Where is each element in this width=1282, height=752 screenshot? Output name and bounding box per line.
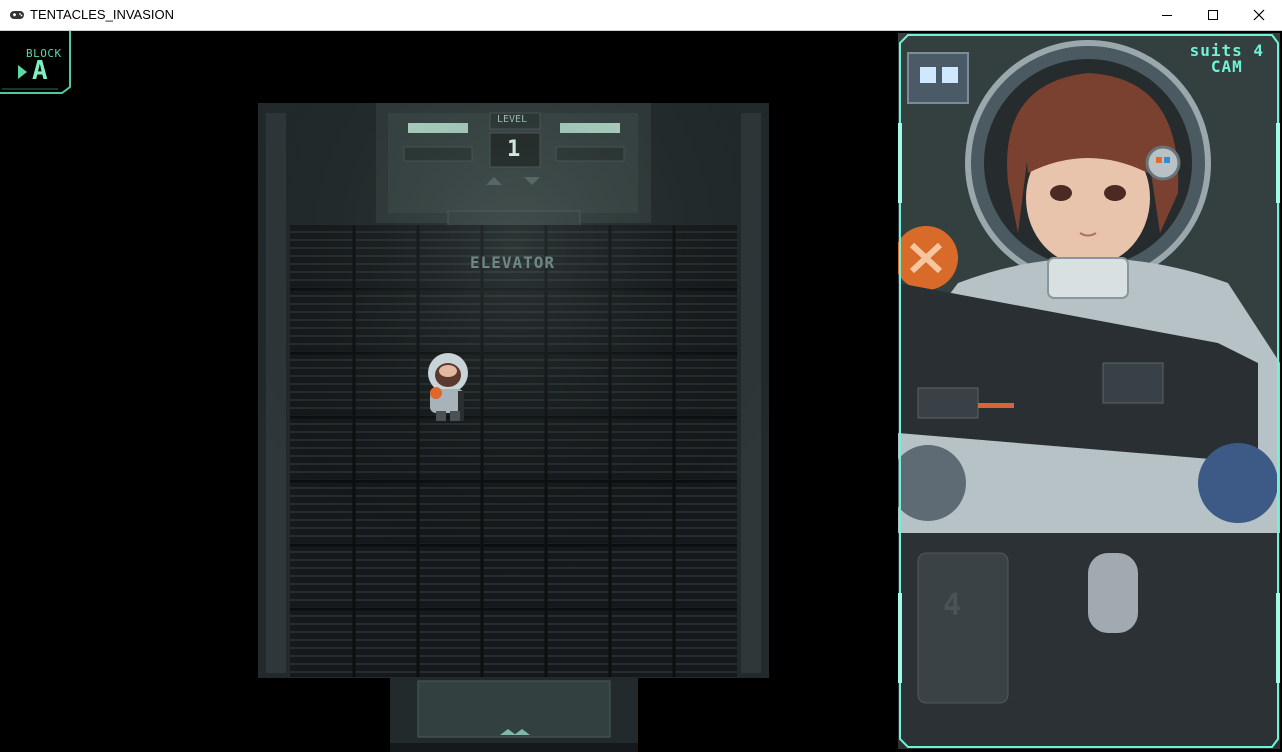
suit-number: 4 bbox=[943, 588, 962, 623]
elevator-map: LEVEL 1 ELEVATOR bbox=[258, 103, 769, 752]
cam-frame bbox=[898, 34, 1280, 748]
player-character bbox=[428, 353, 468, 421]
gamepad-icon bbox=[10, 11, 24, 19]
suit-camera-panel: suits 4 CAM 4 bbox=[890, 33, 1280, 749]
maximize-button[interactable] bbox=[1190, 0, 1236, 30]
minimize-button[interactable] bbox=[1144, 0, 1190, 30]
minimize-icon bbox=[1162, 15, 1172, 16]
close-icon bbox=[1253, 9, 1265, 21]
block-value: A bbox=[32, 56, 48, 86]
cam-subtitle: CAM bbox=[1210, 57, 1243, 76]
maximize-icon bbox=[1208, 10, 1218, 20]
game-viewport[interactable]: BLOCK A LEVEL 1 ELEVATOR suits 4 CAM 4 bbox=[0, 31, 1282, 752]
window-title: TENTACLES_INVASION bbox=[30, 7, 174, 22]
block-arrow-icon bbox=[18, 65, 27, 79]
level-value: 1 bbox=[507, 137, 521, 162]
block-indicator: BLOCK A bbox=[0, 31, 72, 95]
cam-label: suits 4 CAM bbox=[1190, 43, 1264, 75]
map-graphics bbox=[258, 103, 769, 752]
elevator-sign: ELEVATOR bbox=[470, 253, 556, 272]
window-titlebar: TENTACLES_INVASION bbox=[0, 0, 1282, 31]
level-label: LEVEL bbox=[497, 114, 528, 125]
close-button[interactable] bbox=[1236, 0, 1282, 30]
